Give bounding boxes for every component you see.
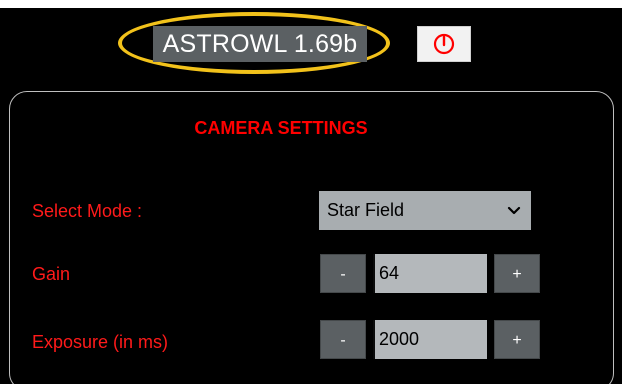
mode-label: Select Mode :	[32, 201, 143, 221]
top-strip	[0, 0, 622, 8]
power-button[interactable]	[417, 26, 471, 62]
gain-decrement-button[interactable]: -	[320, 254, 366, 293]
gain-label: Gain	[32, 264, 71, 284]
app-title: ASTROWL 1.69b	[153, 26, 367, 62]
gain-input[interactable]: 64	[373, 254, 487, 293]
page: ASTROWL 1.69b CAMERA SETTINGS Select Mod…	[0, 0, 622, 384]
mode-select[interactable]: Star Field	[319, 191, 531, 230]
panel-title: CAMERA SETTINGS	[194, 118, 368, 138]
exposure-decrement-button[interactable]: -	[320, 320, 366, 359]
exposure-input[interactable]: 2000	[373, 320, 487, 359]
power-icon	[433, 33, 455, 55]
exposure-increment-button[interactable]: +	[494, 320, 540, 359]
gain-increment-button[interactable]: +	[494, 254, 540, 293]
mode-select-value: Star Field	[327, 200, 405, 220]
chevron-down-icon	[507, 191, 521, 230]
exposure-label: Exposure (in ms)	[32, 332, 169, 352]
